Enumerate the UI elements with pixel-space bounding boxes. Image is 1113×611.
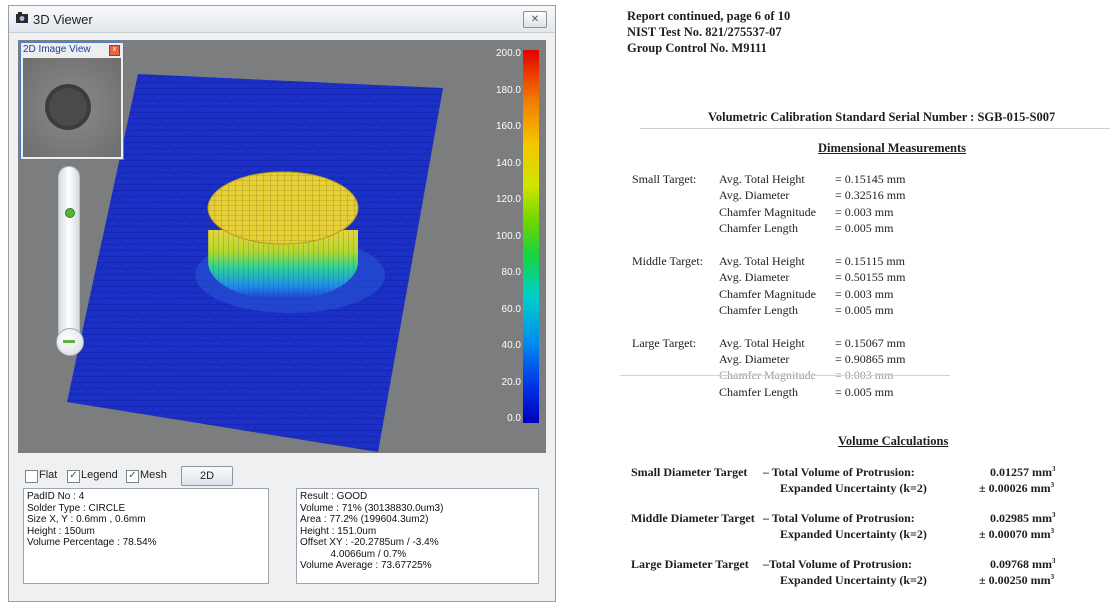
2d-image-view-panel[interactable]: 2D Image View x [20,42,124,160]
viewer-window: 3D Viewer ✕ 2D Image View x 200.0 180.0 … [8,5,556,602]
scan-line [620,375,950,376]
result-info-box: Result : GOOD Volume : 71% (30138830.0um… [296,488,539,584]
flat-label: Flat [39,469,58,481]
result-line: Height : 151.0um [300,525,377,537]
uncertainty-label: Expanded Uncertainty (k=2) [780,481,927,495]
divider [640,128,1110,129]
info-line: PadID No : 4 [27,491,85,502]
volume-value: 0.02985 mm3 [990,511,1056,525]
zoom-slider-track[interactable] [58,166,80,352]
thumbnail-close-button[interactable]: x [109,45,120,56]
measure-label: Chamfer Length [719,303,798,317]
measure-value: = 0.15115 mm [835,254,905,268]
measure-label: Chamfer Magnitude [719,287,816,301]
target-name: Small Target: [632,172,697,186]
serial-title: Volumetric Calibration Standard Serial N… [708,110,1056,124]
result-line: 4.0066um / 0.7% [300,548,407,560]
2d-button[interactable]: 2D [181,466,233,486]
pad-info-box: PadID No : 4 Solder Type : CIRCLE Size X… [23,488,269,584]
measure-label: Avg. Diameter [719,270,790,284]
volume-label: – Total Volume of Protrusion: [763,511,915,525]
uncertainty-value: ± 0.00070 mm3 [979,527,1055,541]
colorbar-tick-label: 0.0 [507,413,521,424]
measure-label: Avg. Total Height [719,254,805,268]
info-line: Height : 150um [27,525,95,537]
colorbar-tick-label: 140.0 [495,157,521,169]
result-line: Offset XY : -20.2785um / -3.4% [300,537,439,548]
volume-target-name: Large Diameter Target [631,557,749,571]
measure-value: = 0.005 mm [835,221,894,235]
uncertainty-label: Expanded Uncertainty (k=2) [780,527,927,541]
measure-label: Avg. Diameter [719,352,790,366]
measure-label: Avg. Total Height [719,172,805,186]
target-name: Middle Target: [632,254,704,268]
measure-label: Chamfer Magnitude [719,205,816,219]
measure-value: = 0.15067 mm [835,336,906,350]
colorbar-tick-label: 180.0 [495,84,521,96]
report-header-line: Report continued, page 6 of 10 [627,9,791,23]
measure-label: Chamfer Length [719,221,798,235]
report-header-line: Group Control No. M9111 [627,41,767,55]
mesh-label: Mesh [140,469,167,481]
volume-target-name: Middle Diameter Target [631,511,755,525]
measure-value: = 0.32516 mm [835,188,906,202]
legend-checkbox[interactable]: ✓ [67,470,80,483]
slider-indicator [65,208,75,218]
uncertainty-label: Expanded Uncertainty (k=2) [780,573,927,587]
measure-label: Avg. Diameter [719,188,790,202]
colorbar-tick-label: 20.0 [501,376,521,388]
app-icon [16,12,28,23]
volume-label: –Total Volume of Protrusion: [763,557,913,571]
title-bar: 3D Viewer ✕ [9,6,555,33]
3d-view-canvas[interactable]: 2D Image View x 200.0 180.0 160.0 140.0 … [18,40,546,453]
measure-value: = 0.003 mm [835,287,894,301]
report-header-line: NIST Test No. 821/275537-07 [627,25,782,39]
volume-value: 0.01257 mm3 [990,465,1056,479]
measure-value: = 0.90865 mm [835,352,906,366]
volume-target-name: Small Diameter Target [631,465,748,479]
measure-value: = 0.005 mm [835,303,894,317]
result-line: Volume : 71% (30138830.0um3) [300,502,444,514]
height-color-legend [523,50,539,423]
measure-value: = 0.003 mm [835,205,894,219]
colorbar-tick-label: 100.0 [495,230,521,242]
volume-heading: Volume Calculations [838,434,949,448]
2d-image-view-title: 2D Image View [23,44,91,55]
slider-handle-grip [63,340,75,343]
colorbar-tick-label: 40.0 [501,340,521,351]
info-line: Volume Percentage : 78.54% [27,537,157,548]
result-line: Result : GOOD [300,491,368,502]
flat-checkbox[interactable] [25,470,38,483]
measure-value: = 0.15145 mm [835,172,906,186]
colorbar-tick-label: 160.0 [495,121,521,132]
dimensional-heading: Dimensional Measurements [818,141,967,155]
colorbar-tick-label: 80.0 [501,267,521,278]
target-name: Large Target: [632,336,697,350]
result-line: Volume Average : 73.67725% [300,560,432,571]
info-line: Size X, Y : 0.6mm , 0.6mm [27,514,146,525]
measure-label: Chamfer Length [719,385,798,399]
colorbar-tick-label: 200.0 [495,48,521,59]
close-button[interactable]: ✕ [523,11,547,28]
legend-label: Legend [81,469,118,481]
volume-value: 0.09768 mm3 [990,557,1056,571]
colorbar-tick-label: 60.0 [501,303,521,315]
uncertainty-value: ± 0.00026 mm3 [979,481,1055,495]
info-line: Solder Type : CIRCLE [27,502,126,514]
mesh-checkbox[interactable]: ✓ [126,470,139,483]
measure-value: = 0.50155 mm [835,270,906,284]
result-line: Area : 77.2% (199604.3um2) [300,514,429,525]
measure-value: = 0.005 mm [835,385,894,399]
window-title: 3D Viewer [33,12,93,27]
pad-image [23,58,121,157]
uncertainty-value: ± 0.00250 mm3 [979,573,1055,587]
measure-label: Avg. Total Height [719,336,805,350]
colorbar-tick-label: 120.0 [495,194,521,205]
volume-label: – Total Volume of Protrusion: [763,465,915,479]
